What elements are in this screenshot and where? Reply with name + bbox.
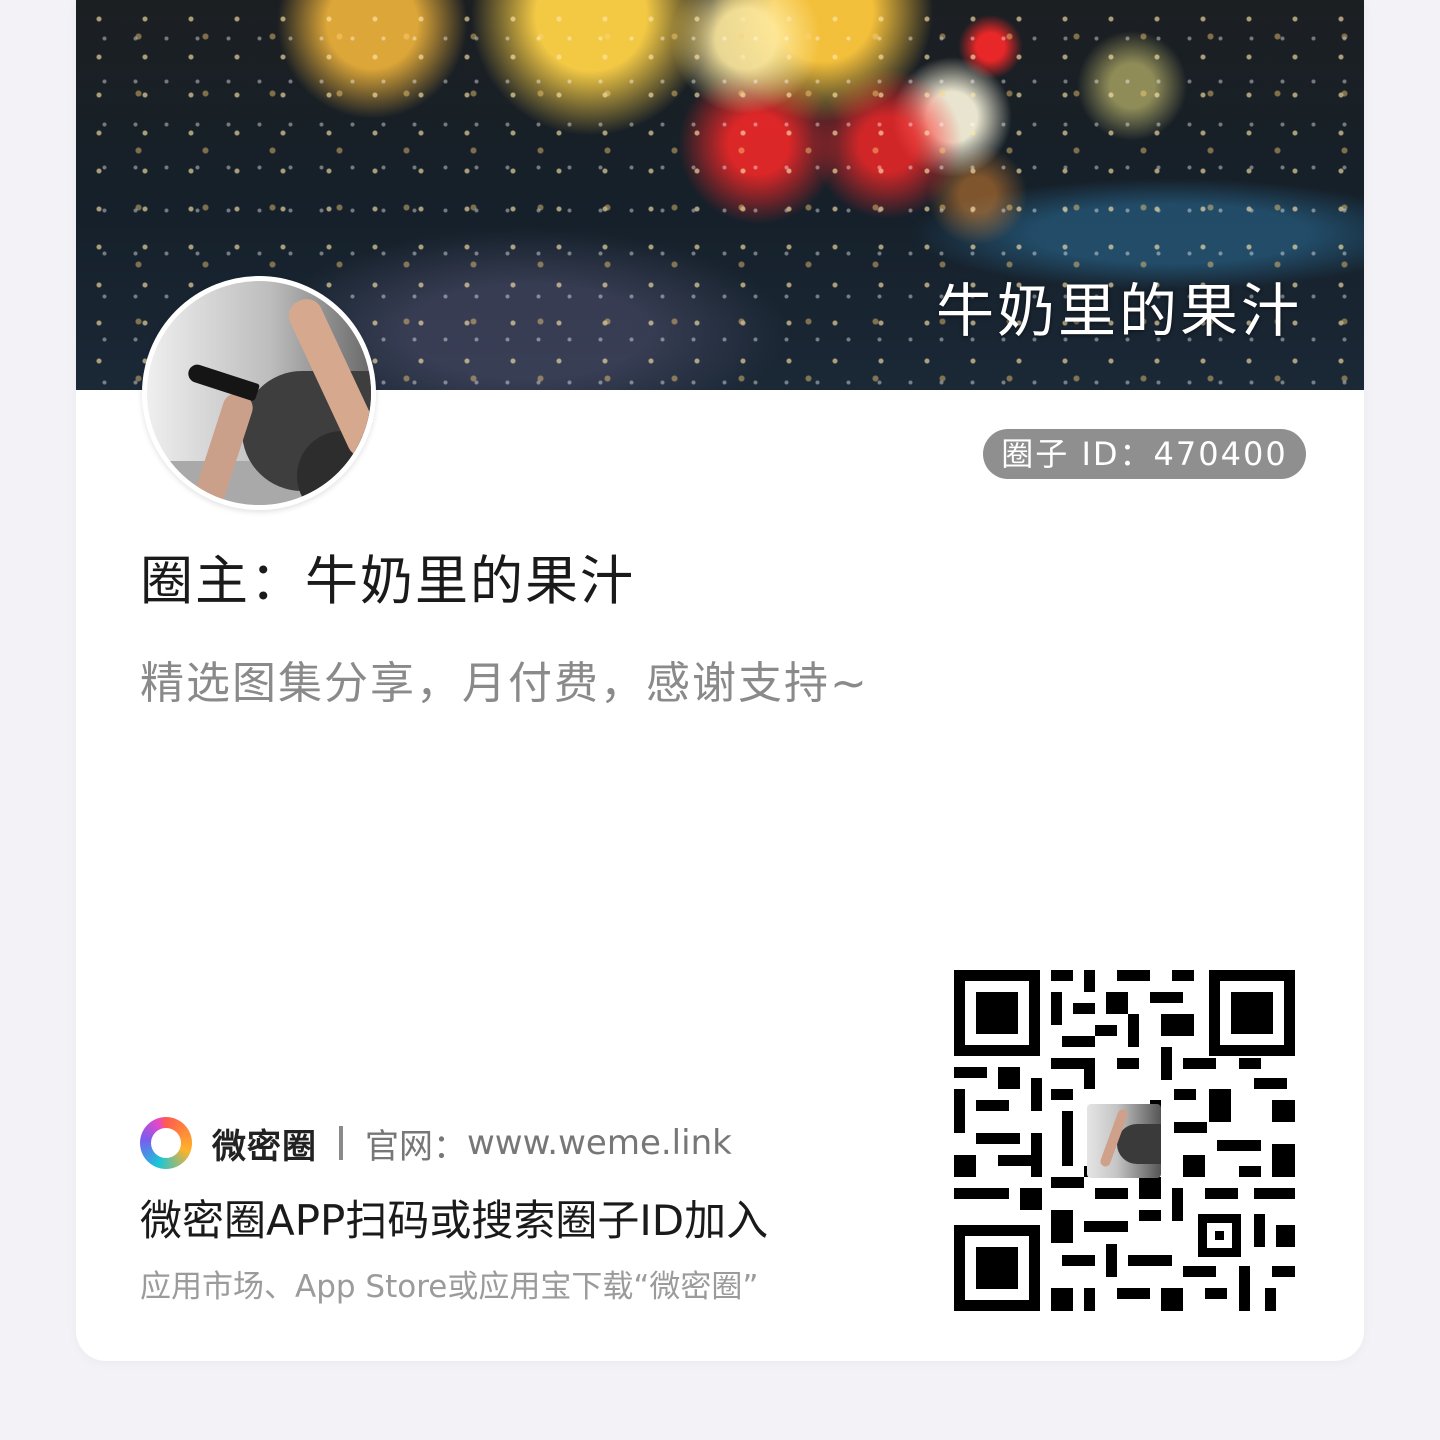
avatar[interactable]	[142, 276, 376, 510]
circle-share-card: 牛奶里的果汁 圈子 ID：470400 圈主：牛奶里的果汁 精选图集分享，月付费…	[76, 0, 1364, 1361]
qr-center-avatar	[1087, 1104, 1161, 1178]
join-instruction: 微密圈APP扫码或搜索圈子ID加入	[140, 1196, 769, 1245]
website-link[interactable]: www.weme.link	[467, 1123, 732, 1163]
website-label: 官网：	[365, 1126, 467, 1167]
brand-row: 微密圈 官网： www.weme.link	[140, 1113, 732, 1173]
brand-name: 微密圈	[212, 1126, 317, 1167]
circle-description: 精选图集分享，月付费，感谢支持~	[140, 658, 869, 709]
cover-title: 牛奶里的果汁	[935, 277, 1302, 345]
download-hint: 应用市场、App Store或应用宝下载“微密圈”	[140, 1269, 759, 1305]
circle-id-badge: 圈子 ID：470400	[983, 429, 1306, 479]
owner-line: 圈主：牛奶里的果汁	[140, 551, 635, 612]
divider	[339, 1126, 343, 1160]
brand-ring-icon	[140, 1117, 192, 1169]
qr-code-icon[interactable]	[954, 970, 1295, 1311]
